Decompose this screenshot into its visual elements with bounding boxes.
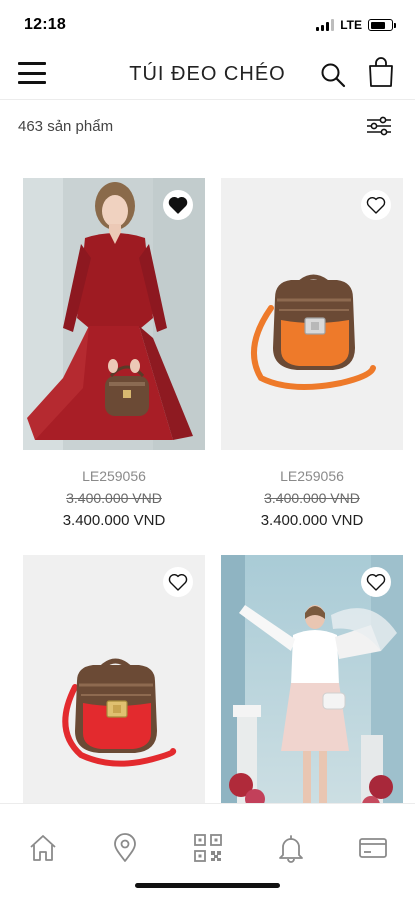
product-card[interactable] <box>23 555 205 827</box>
filter-sliders-icon <box>367 116 391 136</box>
status-indicators: LTE <box>316 18 396 32</box>
product-old-price: 3.400.000 VND <box>66 490 162 506</box>
hamburger-icon-line <box>18 81 46 84</box>
qr-code-icon <box>194 834 222 862</box>
heart-filled-icon <box>168 197 188 214</box>
signal-icon <box>316 19 335 31</box>
nav-notifications[interactable] <box>275 832 307 864</box>
favorite-button[interactable] <box>163 567 193 597</box>
top-header: TÚI ĐEO CHÉO <box>0 48 415 100</box>
location-pin-icon <box>114 833 136 862</box>
product-old-price: 3.400.000 VND <box>264 490 360 506</box>
favorite-button[interactable] <box>163 190 193 220</box>
nav-scan[interactable] <box>192 832 224 864</box>
product-count: 463 sản phẩm <box>18 118 114 135</box>
shopping-bag-button[interactable] <box>368 56 394 88</box>
hamburger-icon-line <box>18 62 46 65</box>
nav-card[interactable] <box>357 832 389 864</box>
card-icon <box>359 838 387 858</box>
product-image[interactable] <box>23 555 205 827</box>
bell-icon <box>279 835 303 863</box>
heart-outline-icon <box>366 574 386 591</box>
product-price: 3.400.000 VND <box>62 512 166 529</box>
product-card[interactable]: LE259056 3.400.000 VND 3.400.000 VND <box>23 178 205 532</box>
product-sku: LE259056 <box>82 468 146 484</box>
hamburger-icon-line <box>18 71 46 75</box>
shopping-bag-icon <box>369 57 393 87</box>
battery-icon <box>368 19 396 31</box>
product-card[interactable] <box>221 555 403 827</box>
status-time: 12:18 <box>24 16 66 33</box>
nav-home[interactable] <box>27 832 59 864</box>
battery-level <box>370 21 385 29</box>
product-image[interactable] <box>221 555 403 827</box>
filter-button[interactable] <box>366 116 392 136</box>
product-sku: LE259056 <box>280 468 344 484</box>
heart-outline-icon <box>168 574 188 591</box>
favorite-button[interactable] <box>361 190 391 220</box>
search-icon <box>321 63 346 88</box>
page-title: TÚI ĐEO CHÉO <box>129 63 286 85</box>
home-icon <box>30 835 56 861</box>
home-indicator[interactable] <box>135 883 280 888</box>
search-button[interactable] <box>320 62 346 88</box>
menu-button[interactable] <box>18 62 46 84</box>
product-image[interactable] <box>23 178 205 450</box>
status-bar: 12:18 LTE <box>0 0 415 48</box>
nav-stores[interactable] <box>109 832 141 864</box>
favorite-button[interactable] <box>361 567 391 597</box>
heart-outline-icon <box>366 197 386 214</box>
product-card[interactable]: LE259056 3.400.000 VND 3.400.000 VND <box>221 178 403 532</box>
list-toolbar: 463 sản phẩm <box>0 100 415 152</box>
product-price: 3.400.000 VND <box>260 512 364 529</box>
network-label: LTE <box>340 18 362 32</box>
product-image[interactable] <box>221 178 403 450</box>
